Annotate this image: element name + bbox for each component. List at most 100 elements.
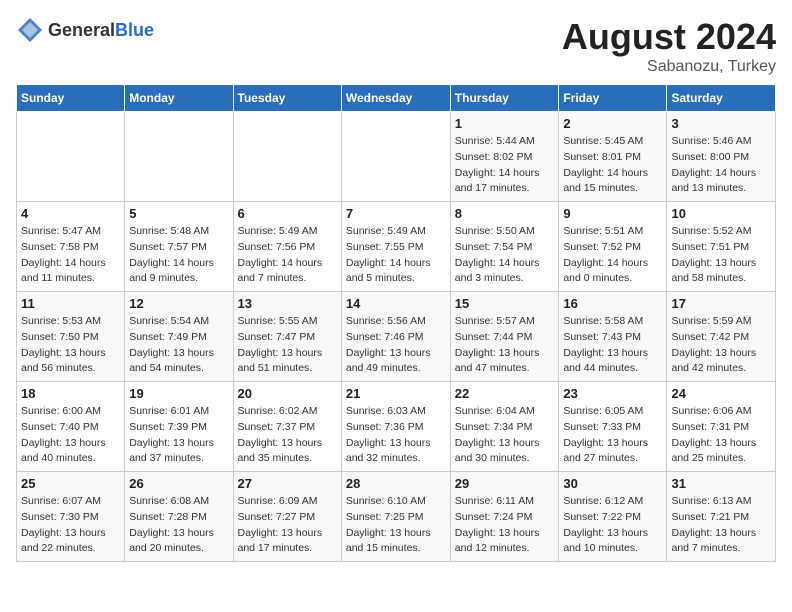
day-number: 20 [238,386,337,401]
title-block: August 2024 Sabanozu, Turkey [562,16,776,76]
day-number: 10 [671,206,771,221]
day-info: Sunrise: 5:58 AMSunset: 7:43 PMDaylight:… [563,314,662,377]
day-info: Sunrise: 5:59 AMSunset: 7:42 PMDaylight:… [671,314,771,377]
week-row-3: 11 Sunrise: 5:53 AMSunset: 7:50 PMDayligh… [17,292,776,382]
day-cell: 6 Sunrise: 5:49 AMSunset: 7:56 PMDaylight… [233,202,341,292]
day-number: 9 [563,206,662,221]
day-number: 22 [455,386,555,401]
day-cell: 17 Sunrise: 5:59 AMSunset: 7:42 PMDayligh… [667,292,776,382]
day-cell: 24Sunrise: 6:06 AMSunset: 7:31 PMDayligh… [667,382,776,472]
day-cell: 29 Sunrise: 6:11 AMSunset: 7:24 PMDayligh… [450,472,559,562]
day-number: 18 [21,386,120,401]
day-cell: 30 Sunrise: 6:12 AMSunset: 7:22 PMDayligh… [559,472,667,562]
day-cell: 27Sunrise: 6:09 AMSunset: 7:27 PMDayligh… [233,472,341,562]
col-header-saturday: Saturday [667,85,776,112]
day-info: Sunrise: 5:46 AMSunset: 8:00 PMDaylight:… [671,134,771,197]
day-info: Sunrise: 6:05 AMSunset: 7:33 PMDaylight:… [563,404,662,467]
day-info: Sunrise: 6:07 AMSunset: 7:30 PMDaylight:… [21,494,120,557]
day-number: 14 [346,296,446,311]
day-number: 16 [563,296,662,311]
day-cell: 25 Sunrise: 6:07 AMSunset: 7:30 PMDayligh… [17,472,125,562]
day-info: Sunrise: 5:52 AMSunset: 7:51 PMDaylight:… [671,224,771,287]
day-cell: 7Sunrise: 5:49 AMSunset: 7:55 PMDaylight… [341,202,450,292]
col-header-friday: Friday [559,85,667,112]
day-info: Sunrise: 6:02 AMSunset: 7:37 PMDaylight:… [238,404,337,467]
day-info: Sunrise: 6:11 AMSunset: 7:24 PMDaylight:… [455,494,555,557]
day-number: 5 [129,206,228,221]
day-cell: 28 Sunrise: 6:10 AMSunset: 7:25 PMDayligh… [341,472,450,562]
day-info: Sunrise: 5:54 AMSunset: 7:49 PMDaylight:… [129,314,228,377]
day-cell: 8 Sunrise: 5:50 AMSunset: 7:54 PMDaylight… [450,202,559,292]
day-info: Sunrise: 5:45 AMSunset: 8:01 PMDaylight:… [563,134,662,197]
day-info: Sunrise: 5:50 AMSunset: 7:54 PMDaylight:… [455,224,555,287]
day-info: Sunrise: 5:47 AMSunset: 7:58 PMDaylight:… [21,224,120,287]
day-number: 28 [346,476,446,491]
day-cell: 18 Sunrise: 6:00 AMSunset: 7:40 PMDayligh… [17,382,125,472]
day-cell: 11 Sunrise: 5:53 AMSunset: 7:50 PMDayligh… [17,292,125,382]
day-number: 11 [21,296,120,311]
day-number: 23 [563,386,662,401]
day-number: 17 [671,296,771,311]
day-info: Sunrise: 5:44 AMSunset: 8:02 PMDaylight:… [455,134,555,197]
week-row-4: 18 Sunrise: 6:00 AMSunset: 7:40 PMDayligh… [17,382,776,472]
day-info: Sunrise: 5:51 AMSunset: 7:52 PMDaylight:… [563,224,662,287]
week-row-5: 25 Sunrise: 6:07 AMSunset: 7:30 PMDayligh… [17,472,776,562]
day-number: 19 [129,386,228,401]
day-info: Sunrise: 5:57 AMSunset: 7:44 PMDaylight:… [455,314,555,377]
day-info: Sunrise: 6:10 AMSunset: 7:25 PMDaylight:… [346,494,446,557]
col-header-tuesday: Tuesday [233,85,341,112]
col-header-wednesday: Wednesday [341,85,450,112]
day-cell: 20 Sunrise: 6:02 AMSunset: 7:37 PMDayligh… [233,382,341,472]
day-number: 15 [455,296,555,311]
day-cell: 1Sunrise: 5:44 AMSunset: 8:02 PMDaylight… [450,112,559,202]
day-cell: 16 Sunrise: 5:58 AMSunset: 7:43 PMDayligh… [559,292,667,382]
day-info: Sunrise: 6:01 AMSunset: 7:39 PMDaylight:… [129,404,228,467]
day-cell [17,112,125,202]
day-cell [341,112,450,202]
day-number: 31 [671,476,771,491]
day-info: Sunrise: 5:49 AMSunset: 7:56 PMDaylight:… [238,224,337,287]
day-info: Sunrise: 6:08 AMSunset: 7:28 PMDaylight:… [129,494,228,557]
day-cell: 31 Sunrise: 6:13 AMSunset: 7:21 PMDayligh… [667,472,776,562]
day-number: 29 [455,476,555,491]
day-number: 26 [129,476,228,491]
day-cell: 23 Sunrise: 6:05 AMSunset: 7:33 PMDayligh… [559,382,667,472]
month-year: August 2024 [562,16,776,58]
day-cell: 12Sunrise: 5:54 AMSunset: 7:49 PMDayligh… [125,292,233,382]
day-info: Sunrise: 5:49 AMSunset: 7:55 PMDaylight:… [346,224,446,287]
day-cell [233,112,341,202]
day-number: 4 [21,206,120,221]
day-cell: 10 Sunrise: 5:52 AMSunset: 7:51 PMDayligh… [667,202,776,292]
col-header-monday: Monday [125,85,233,112]
day-cell: 15 Sunrise: 5:57 AMSunset: 7:44 PMDayligh… [450,292,559,382]
day-info: Sunrise: 5:48 AMSunset: 7:57 PMDaylight:… [129,224,228,287]
day-cell: 9 Sunrise: 5:51 AMSunset: 7:52 PMDaylight… [559,202,667,292]
day-cell: 13 Sunrise: 5:55 AMSunset: 7:47 PMDayligh… [233,292,341,382]
day-number: 25 [21,476,120,491]
page-header: GeneralBlue August 2024 Sabanozu, Turkey [16,16,776,76]
day-cell: 19 Sunrise: 6:01 AMSunset: 7:39 PMDayligh… [125,382,233,472]
day-info: Sunrise: 6:12 AMSunset: 7:22 PMDaylight:… [563,494,662,557]
week-row-1: 1Sunrise: 5:44 AMSunset: 8:02 PMDaylight… [17,112,776,202]
logo-text-blue: Blue [115,20,154,40]
logo-text-general: General [48,20,115,40]
day-info: Sunrise: 6:00 AMSunset: 7:40 PMDaylight:… [21,404,120,467]
day-number: 30 [563,476,662,491]
col-header-thursday: Thursday [450,85,559,112]
day-info: Sunrise: 6:13 AMSunset: 7:21 PMDaylight:… [671,494,771,557]
day-cell [125,112,233,202]
day-info: Sunrise: 5:55 AMSunset: 7:47 PMDaylight:… [238,314,337,377]
location: Sabanozu, Turkey [562,58,776,76]
day-cell: 21Sunrise: 6:03 AMSunset: 7:36 PMDayligh… [341,382,450,472]
day-number: 6 [238,206,337,221]
day-info: Sunrise: 6:09 AMSunset: 7:27 PMDaylight:… [238,494,337,557]
day-number: 3 [671,116,771,131]
day-number: 13 [238,296,337,311]
day-number: 8 [455,206,555,221]
day-cell: 14Sunrise: 5:56 AMSunset: 7:46 PMDayligh… [341,292,450,382]
day-number: 21 [346,386,446,401]
day-info: Sunrise: 5:53 AMSunset: 7:50 PMDaylight:… [21,314,120,377]
logo-icon [16,16,44,44]
day-cell: 4 Sunrise: 5:47 AMSunset: 7:58 PMDaylight… [17,202,125,292]
day-number: 24 [671,386,771,401]
